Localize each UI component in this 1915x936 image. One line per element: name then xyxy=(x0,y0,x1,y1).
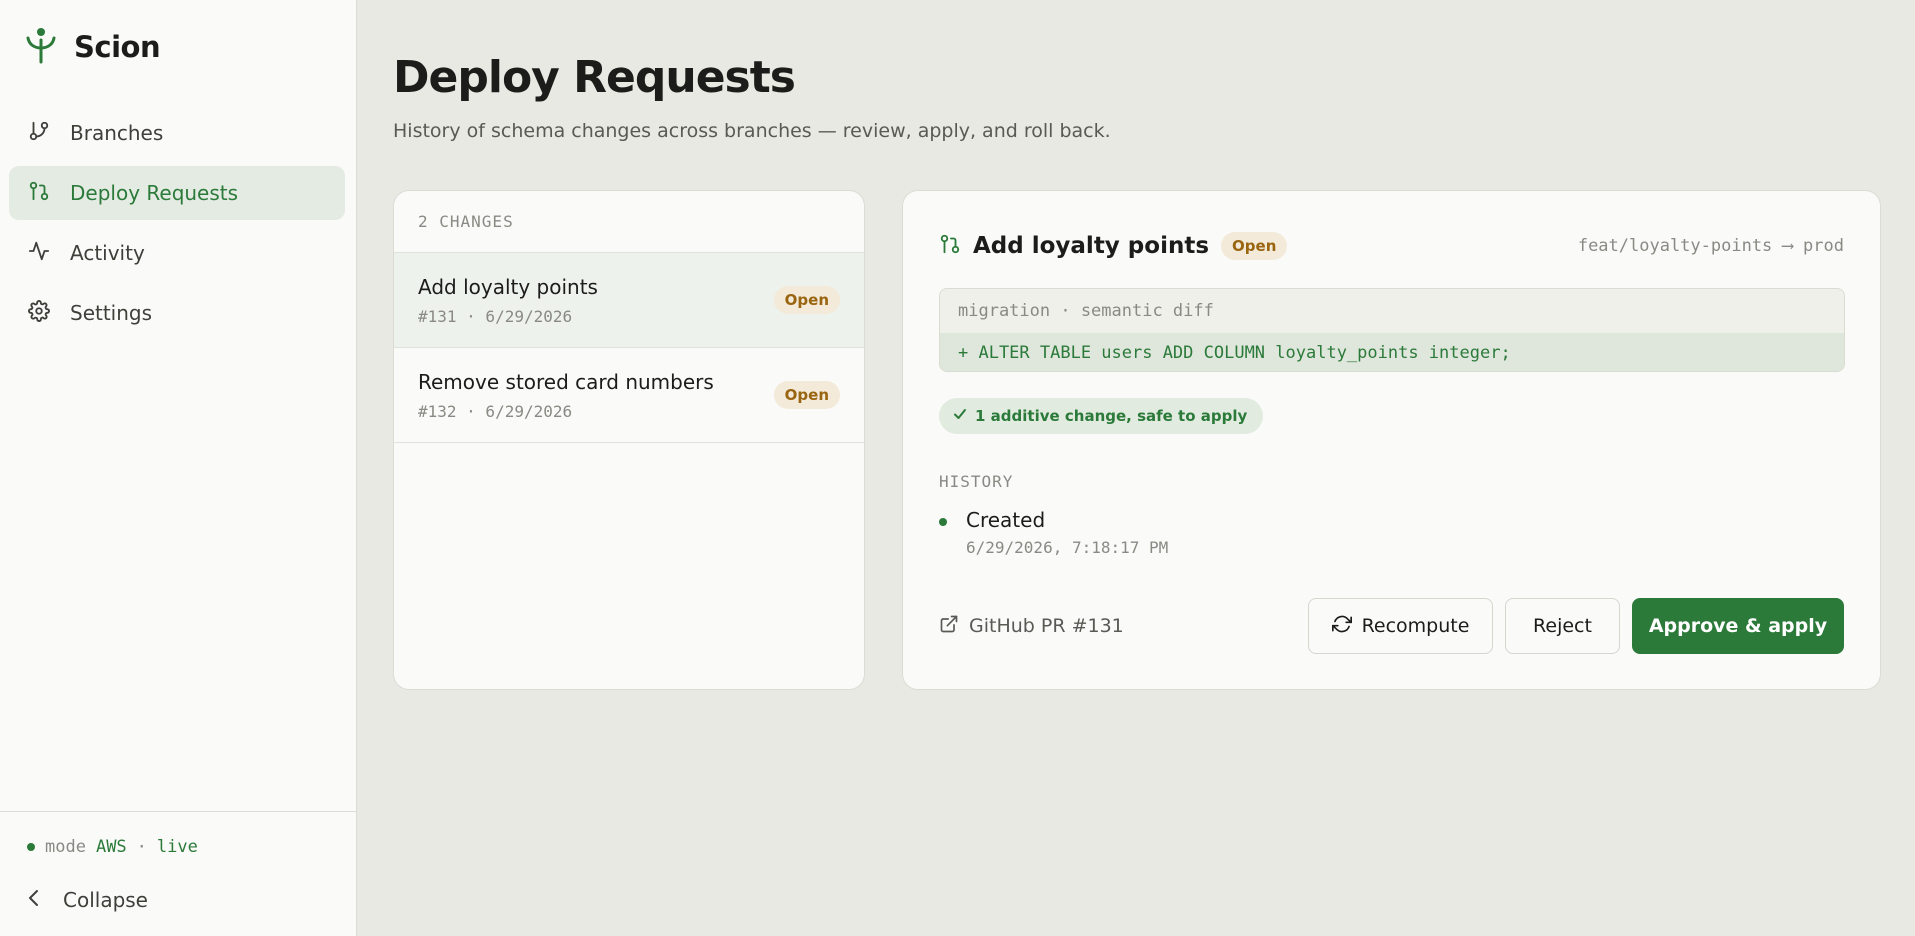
recompute-label: Recompute xyxy=(1361,615,1470,637)
github-pr-link[interactable]: GitHub PR #131 xyxy=(939,614,1124,639)
git-branch-icon xyxy=(28,120,50,147)
sprout-icon xyxy=(26,26,56,68)
changes-list: 2 CHANGES Add loyalty points #131 · 6/29… xyxy=(393,190,865,690)
change-title: Add loyalty points xyxy=(418,274,598,299)
mode-label: mode xyxy=(45,837,86,857)
list-item-text: Add loyalty points #131 · 6/29/2026 xyxy=(418,275,598,326)
history-label: HISTORY xyxy=(939,472,1014,491)
history-event: Created xyxy=(966,508,1046,532)
list-item-change-132[interactable]: Remove stored card numbers #132 · 6/29/2… xyxy=(394,348,864,443)
timeline-dot-icon xyxy=(939,518,947,526)
git-pull-request-icon xyxy=(28,180,50,207)
changes-count-header: 2 CHANGES xyxy=(394,191,864,253)
detail-header: Add loyalty points Open feat/loyalty-poi… xyxy=(939,229,1844,263)
page-subtitle: History of schema changes across branche… xyxy=(393,120,1111,142)
approve-apply-button[interactable]: Approve & apply xyxy=(1632,598,1844,654)
collapse-label: Collapse xyxy=(63,888,148,912)
github-pr-label: GitHub PR #131 xyxy=(969,615,1124,637)
reject-button[interactable]: Reject xyxy=(1505,598,1620,654)
safety-text: 1 additive change, safe to apply xyxy=(975,407,1248,425)
sidebar: Scion Branches Deploy Requests Activity … xyxy=(0,0,357,936)
brand[interactable]: Scion xyxy=(26,26,161,68)
check-icon xyxy=(953,407,967,425)
sidebar-item-branches[interactable]: Branches xyxy=(9,106,345,160)
safety-badge: 1 additive change, safe to apply xyxy=(939,398,1264,434)
status-badge: Open xyxy=(1221,232,1288,260)
git-pull-request-icon xyxy=(939,233,961,259)
activity-icon xyxy=(28,240,50,267)
mode-status: live xyxy=(156,837,198,857)
action-buttons: Recompute Reject Approve & apply xyxy=(1308,598,1844,654)
diff-label: migration · semantic diff xyxy=(958,301,1214,321)
status-badge: Open xyxy=(773,286,840,314)
mode-value: AWS xyxy=(95,837,127,857)
sidebar-item-label: Activity xyxy=(70,241,145,265)
status-badge: Open xyxy=(773,381,840,409)
change-title: Remove stored card numbers xyxy=(418,369,714,394)
page-title: Deploy Requests xyxy=(393,52,796,103)
arrow-right-icon: ⟶ xyxy=(1782,236,1793,256)
sidebar-nav: Branches Deploy Requests Activity Settin… xyxy=(9,106,345,346)
recompute-button[interactable]: Recompute xyxy=(1308,598,1493,654)
history-time: 6/29/2026, 7:18:17 PM xyxy=(966,538,1169,557)
branch-route: feat/loyalty-points ⟶ prod xyxy=(1578,236,1844,256)
diff-line-added: + ALTER TABLE users ADD COLUMN loyalty_p… xyxy=(940,333,1844,371)
sidebar-item-activity[interactable]: Activity xyxy=(9,226,345,280)
chevron-left-icon xyxy=(27,888,41,912)
sidebar-item-label: Branches xyxy=(70,121,164,145)
change-meta: #131 · 6/29/2026 xyxy=(418,306,573,326)
detail-actions: GitHub PR #131 Recompute Reject Approve … xyxy=(939,598,1844,654)
brand-name: Scion xyxy=(74,30,161,64)
sidebar-item-settings[interactable]: Settings xyxy=(9,286,345,340)
detail-title: Add loyalty points xyxy=(973,233,1210,259)
sidebar-item-label: Deploy Requests xyxy=(70,181,239,205)
sidebar-item-label: Settings xyxy=(70,301,153,325)
collapse-button[interactable]: Collapse xyxy=(27,888,148,912)
migration-diff: migration · semantic diff + ALTER TABLE … xyxy=(939,288,1845,372)
refresh-icon xyxy=(1331,614,1352,639)
deploy-request-detail: Add loyalty points Open feat/loyalty-poi… xyxy=(902,190,1881,690)
list-item-change-131[interactable]: Add loyalty points #131 · 6/29/2026 Open xyxy=(394,253,864,348)
sidebar-footer: mode AWS · live Collapse xyxy=(0,811,357,936)
external-link-icon xyxy=(939,614,959,639)
mode-indicator: mode AWS · live xyxy=(27,837,198,857)
gear-icon xyxy=(28,299,50,327)
mode-separator: · xyxy=(136,837,147,857)
source-branch: feat/loyalty-points xyxy=(1577,236,1773,256)
change-meta: #132 · 6/29/2026 xyxy=(418,401,573,421)
target-branch: prod xyxy=(1803,236,1844,256)
sidebar-item-deploy-requests[interactable]: Deploy Requests xyxy=(9,166,345,220)
list-item-text: Remove stored card numbers #132 · 6/29/2… xyxy=(418,370,714,421)
status-dot-icon xyxy=(27,843,35,851)
